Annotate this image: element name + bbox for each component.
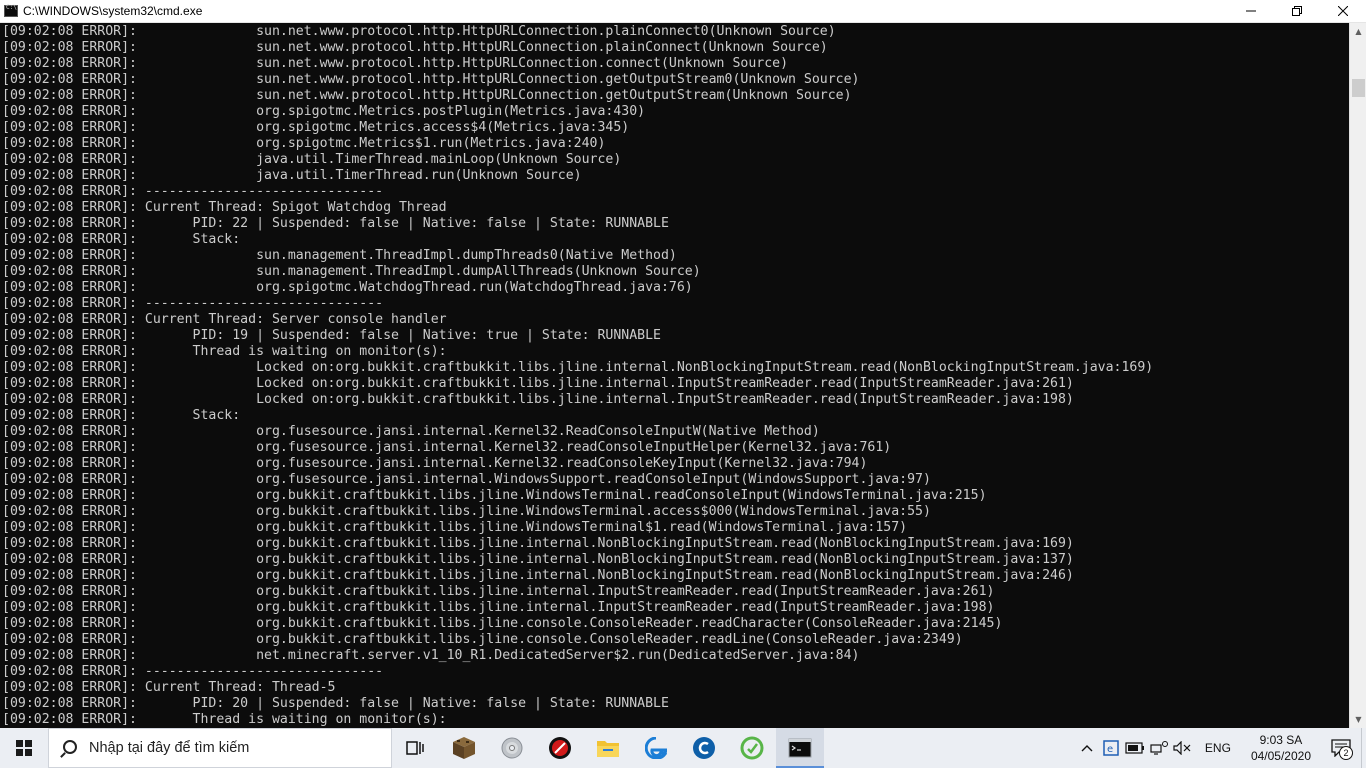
task-view-icon bbox=[406, 741, 424, 755]
console-line: [09:02:08 ERROR]: Locked on:org.bukkit.c… bbox=[2, 376, 1074, 391]
console-line: [09:02:08 ERROR]: sun.net.www.protocol.h… bbox=[2, 56, 789, 71]
console-line: [09:02:08 ERROR]: org.bukkit.craftbukkit… bbox=[2, 520, 908, 535]
window-title: C:\WINDOWS\system32\cmd.exe bbox=[23, 4, 203, 18]
taskbar-app-red[interactable] bbox=[536, 728, 584, 768]
console-line: [09:02:08 ERROR]: org.bukkit.craftbukkit… bbox=[2, 616, 1003, 631]
network-icon[interactable] bbox=[1147, 728, 1171, 768]
taskbar-app-disc[interactable] bbox=[488, 728, 536, 768]
minimize-button[interactable] bbox=[1228, 0, 1274, 23]
scroll-thumb[interactable] bbox=[1352, 79, 1365, 97]
show-desktop-button[interactable] bbox=[1361, 728, 1366, 768]
console-line: [09:02:08 ERROR]: sun.management.ThreadI… bbox=[2, 248, 677, 263]
task-view-button[interactable] bbox=[392, 728, 440, 768]
console-line: [09:02:08 ERROR]: sun.net.www.protocol.h… bbox=[2, 40, 828, 55]
clock-time: 9:03 SA bbox=[1259, 733, 1303, 747]
taskbar-app-cmd[interactable] bbox=[776, 728, 824, 768]
search-placeholder: Nhập tại đây để tìm kiếm bbox=[89, 740, 250, 756]
taskbar-app-edge[interactable] bbox=[632, 728, 680, 768]
console-line: [09:02:08 ERROR]: org.bukkit.craftbukkit… bbox=[2, 632, 963, 647]
console-line: [09:02:08 ERROR]: org.spigotmc.Metrics.a… bbox=[2, 120, 630, 135]
disc-icon bbox=[501, 737, 523, 759]
taskbar: Nhập tại đây để tìm kiếm e ENG 9:03 SA 0… bbox=[0, 728, 1366, 768]
console-line: [09:02:08 ERROR]: sun.net.www.protocol.h… bbox=[2, 72, 860, 87]
console-line: [09:02:08 ERROR]: org.bukkit.craftbukkit… bbox=[2, 536, 1074, 551]
restore-icon bbox=[1292, 6, 1302, 16]
console-line: [09:02:08 ERROR]: org.bukkit.craftbukkit… bbox=[2, 568, 1074, 583]
taskbar-app-minecraft[interactable] bbox=[440, 728, 488, 768]
windows-logo-icon bbox=[16, 740, 32, 756]
console-line: [09:02:08 ERROR]: PID: 19 | Suspended: f… bbox=[2, 328, 661, 343]
console-line: [09:02:08 ERROR]: org.bukkit.craftbukkit… bbox=[2, 504, 931, 519]
input-language[interactable]: ENG bbox=[1195, 741, 1241, 755]
console-line: [09:02:08 ERROR]: PID: 20 | Suspended: f… bbox=[2, 696, 669, 711]
folder-icon bbox=[597, 741, 619, 757]
ccleaner-icon bbox=[693, 737, 715, 759]
battery-icon[interactable] bbox=[1123, 728, 1147, 768]
console-line: [09:02:08 ERROR]: Current Thread: Spigot… bbox=[2, 200, 447, 215]
console-line: [09:02:08 ERROR]: org.fusesource.jansi.i… bbox=[2, 472, 931, 487]
scroll-down-arrow-icon[interactable]: ▼ bbox=[1350, 711, 1366, 728]
cmd-icon[interactable] bbox=[4, 4, 18, 17]
console-line: [09:02:08 ERROR]: java.util.TimerThread.… bbox=[2, 168, 582, 183]
console-line: [09:02:08 ERROR]: org.spigotmc.WatchdogT… bbox=[2, 280, 693, 295]
taskbar-app-ccleaner[interactable] bbox=[680, 728, 728, 768]
green-app-icon bbox=[740, 736, 764, 760]
console-line: [09:02:08 ERROR]: Current Thread: Server… bbox=[2, 312, 447, 327]
console-line: [09:02:08 ERROR]: Locked on:org.bukkit.c… bbox=[2, 360, 1154, 375]
edge-icon bbox=[645, 737, 667, 759]
vertical-scrollbar[interactable]: ▲ ▼ bbox=[1349, 23, 1366, 728]
console-line: [09:02:08 ERROR]: ----------------------… bbox=[2, 184, 384, 199]
minimize-icon bbox=[1246, 10, 1256, 12]
console-line: [09:02:08 ERROR]: Thread is waiting on m… bbox=[2, 712, 447, 727]
console-line: [09:02:08 ERROR]: Stack: bbox=[2, 408, 241, 423]
start-button[interactable] bbox=[0, 728, 48, 768]
close-button[interactable] bbox=[1320, 0, 1366, 23]
clock[interactable]: 9:03 SA 04/05/2020 bbox=[1241, 732, 1321, 764]
clock-date: 04/05/2020 bbox=[1250, 749, 1311, 763]
console-line: [09:02:08 ERROR]: sun.net.www.protocol.h… bbox=[2, 88, 852, 103]
console-line: [09:02:08 ERROR]: ----------------------… bbox=[2, 664, 384, 679]
console-line: [09:02:08 ERROR]: org.spigotmc.Metrics.p… bbox=[2, 104, 646, 119]
console-line: [09:02:08 ERROR]: sun.net.www.protocol.h… bbox=[2, 24, 836, 39]
scroll-up-arrow-icon[interactable]: ▲ bbox=[1350, 23, 1366, 40]
tray-app-icon[interactable]: e bbox=[1099, 728, 1123, 768]
taskbar-app-green[interactable] bbox=[728, 728, 776, 768]
window-controls bbox=[1228, 0, 1366, 23]
close-icon bbox=[1338, 6, 1348, 16]
minecraft-icon bbox=[453, 737, 475, 759]
red-app-icon bbox=[549, 737, 571, 759]
console-line: [09:02:08 ERROR]: org.bukkit.craftbukkit… bbox=[2, 488, 987, 503]
console-line: [09:02:08 ERROR]: org.fusesource.jansi.i… bbox=[2, 424, 820, 439]
search-input[interactable]: Nhập tại đây để tìm kiếm bbox=[48, 728, 392, 768]
show-hidden-icons-chevron-icon[interactable] bbox=[1075, 728, 1099, 768]
console-line: [09:02:08 ERROR]: ----------------------… bbox=[2, 296, 384, 311]
svg-text:e: e bbox=[1107, 744, 1113, 755]
action-center-button[interactable]: 2 bbox=[1321, 728, 1361, 768]
console-line: [09:02:08 ERROR]: java.util.TimerThread.… bbox=[2, 152, 622, 167]
console-line: [09:02:08 ERROR]: Stack: bbox=[2, 232, 241, 247]
restore-button[interactable] bbox=[1274, 0, 1320, 23]
console-line: [09:02:08 ERROR]: Current Thread: Thread… bbox=[2, 680, 336, 695]
console-line: [09:02:08 ERROR]: org.fusesource.jansi.i… bbox=[2, 456, 868, 471]
cmd-taskbar-icon bbox=[788, 738, 812, 758]
console-line: [09:02:08 ERROR]: PID: 22 | Suspended: f… bbox=[2, 216, 669, 231]
taskbar-app-file-explorer[interactable] bbox=[584, 728, 632, 768]
console-line: [09:02:08 ERROR]: Locked on:org.bukkit.c… bbox=[2, 392, 1074, 407]
console-line: [09:02:08 ERROR]: org.fusesource.jansi.i… bbox=[2, 440, 892, 455]
volume-muted-icon[interactable] bbox=[1171, 728, 1195, 768]
console-line: [09:02:08 ERROR]: org.bukkit.craftbukkit… bbox=[2, 600, 995, 615]
console-line: [09:02:08 ERROR]: net.minecraft.server.v… bbox=[2, 648, 860, 663]
console-line: [09:02:08 ERROR]: org.spigotmc.Metrics$1… bbox=[2, 136, 606, 151]
notification-count-badge: 2 bbox=[1339, 746, 1353, 760]
search-icon bbox=[63, 739, 77, 754]
console-output[interactable]: [09:02:08 ERROR]: sun.net.www.protocol.h… bbox=[0, 23, 1349, 728]
console-line: [09:02:08 ERROR]: org.bukkit.craftbukkit… bbox=[2, 552, 1074, 567]
window-titlebar[interactable]: C:\WINDOWS\system32\cmd.exe bbox=[0, 0, 1366, 23]
console-line: [09:02:08 ERROR]: Thread is waiting on m… bbox=[2, 344, 447, 359]
system-tray: e ENG 9:03 SA 04/05/2020 2 bbox=[1075, 728, 1366, 768]
console-line: [09:02:08 ERROR]: sun.management.ThreadI… bbox=[2, 264, 701, 279]
console-line: [09:02:08 ERROR]: org.bukkit.craftbukkit… bbox=[2, 584, 995, 599]
